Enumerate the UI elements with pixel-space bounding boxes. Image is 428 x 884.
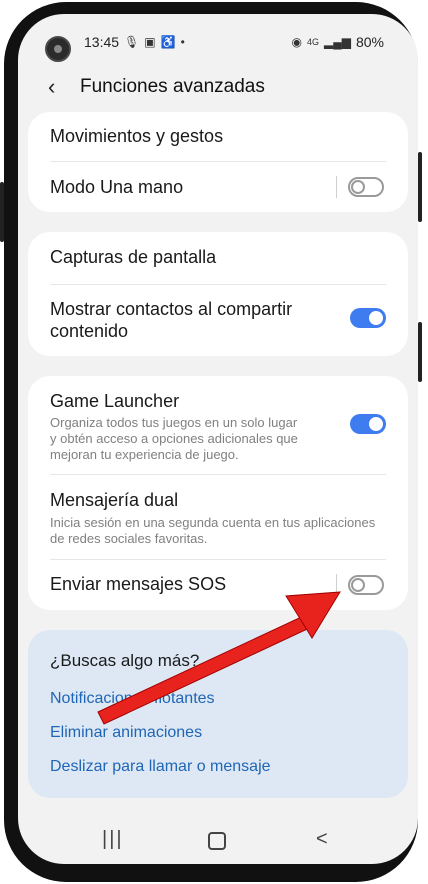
row-description: Organiza todos tus juegos en un solo lug… xyxy=(50,415,298,430)
game-launcher-toggle[interactable] xyxy=(350,414,386,434)
app-bar: ‹ Funciones avanzadas xyxy=(18,66,418,110)
accessibility-icon: ♿ xyxy=(160,35,176,49)
microphone-icon: 🎙 xyxy=(124,35,140,49)
side-key xyxy=(0,182,4,242)
row-label-line2: contenido xyxy=(50,321,129,341)
suggestions-panel: ¿Buscas algo más? Notificaciones flotant… xyxy=(28,630,408,798)
link-eliminar-animaciones[interactable]: Eliminar animaciones xyxy=(50,724,202,742)
phone-frame: 13:45 🎙 ▣ ♿ • ◉ 4G ▂▄▆ 80% ‹ Funciones a… xyxy=(0,2,422,882)
row-label: Game Launcher xyxy=(50,391,180,411)
link-deslizar-llamar[interactable]: Deslizar para llamar o mensaje xyxy=(50,758,271,776)
settings-group-1: Movimientos y gestos Modo Una mano xyxy=(28,112,408,212)
image-icon: ▣ xyxy=(144,35,156,49)
signal-icon: ▂▄▆ xyxy=(324,35,351,49)
row-enviar-mensajes-sos[interactable]: Enviar mensajes SOS xyxy=(28,560,408,610)
row-label: Mensajería dual xyxy=(50,490,179,510)
separator xyxy=(336,574,337,596)
row-movimientos-gestos[interactable]: Movimientos y gestos xyxy=(28,112,408,162)
modo-una-mano-toggle[interactable] xyxy=(348,177,384,197)
row-label: Capturas de pantalla xyxy=(50,247,217,267)
power-button xyxy=(418,152,422,222)
back-arrow-icon[interactable]: ‹ xyxy=(48,74,55,100)
row-mensajeria-dual[interactable]: Mensajería dual Inicia sesión en una seg… xyxy=(28,475,408,559)
recent-apps-icon[interactable]: ||| xyxy=(102,828,124,851)
link-notificaciones-flotantes[interactable]: Notificaciones flotantes xyxy=(50,690,215,708)
status-bar-left: 13:45 🎙 ▣ ♿ • xyxy=(84,32,185,52)
home-icon[interactable] xyxy=(208,832,226,850)
row-description: de redes sociales favoritas. xyxy=(50,531,208,546)
row-mostrar-contactos[interactable]: Mostrar contactos al compartir contenido xyxy=(28,285,408,356)
screen: 13:45 🎙 ▣ ♿ • ◉ 4G ▂▄▆ 80% ‹ Funciones a… xyxy=(18,14,418,864)
status-time: 13:45 xyxy=(84,34,120,50)
suggestions-heading: ¿Buscas algo más? xyxy=(50,651,200,670)
row-description: Inicia sesión en una segunda cuenta en t… xyxy=(50,515,376,530)
hotspot-icon: ◉ xyxy=(291,35,302,49)
row-modo-una-mano[interactable]: Modo Una mano xyxy=(28,162,408,212)
settings-group-3: Game Launcher Organiza todos tus juegos … xyxy=(28,376,408,610)
enviar-sos-toggle[interactable] xyxy=(348,575,384,595)
row-description: mejoran tu experiencia de juego. xyxy=(50,447,239,462)
back-nav-icon[interactable]: < xyxy=(316,828,328,851)
row-label: Movimientos y gestos xyxy=(50,126,224,146)
front-camera xyxy=(45,36,71,62)
row-label: Modo Una mano xyxy=(50,177,184,197)
dot-icon: • xyxy=(180,35,185,49)
4g-icon: 4G xyxy=(306,37,319,47)
mostrar-contactos-toggle[interactable] xyxy=(350,308,386,328)
page-title: Funciones avanzadas xyxy=(80,76,265,97)
navigation-bar: ||| < xyxy=(18,822,418,858)
separator xyxy=(336,176,337,198)
settings-group-2: Capturas de pantalla Mostrar contactos a… xyxy=(28,232,408,356)
row-game-launcher[interactable]: Game Launcher Organiza todos tus juegos … xyxy=(28,376,408,474)
row-label: Enviar mensajes SOS xyxy=(50,574,227,594)
battery-level: 80% xyxy=(355,34,384,50)
row-description: y obtén acceso a opciones adicionales qu… xyxy=(50,431,298,446)
row-label-line1: Mostrar contactos al compartir xyxy=(50,299,293,319)
row-capturas-pantalla[interactable]: Capturas de pantalla xyxy=(28,232,408,284)
status-bar-right: ◉ 4G ▂▄▆ 80% xyxy=(292,32,385,52)
volume-button xyxy=(418,322,422,382)
